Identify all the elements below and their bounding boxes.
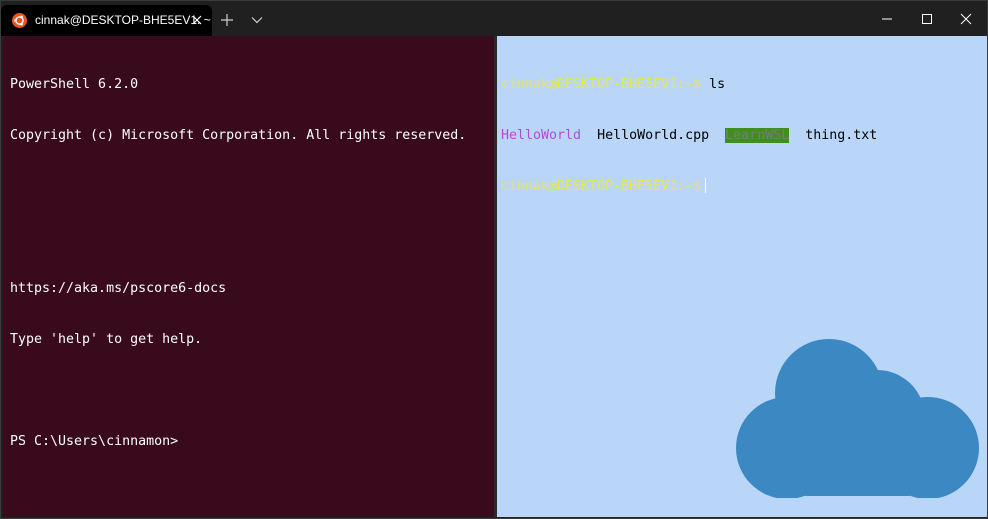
listing-item: LearnWSL [725, 128, 790, 143]
wsl-pane[interactable]: cinnak@DESKTOP-BHE5EV1:~$ ls HelloWorld … [497, 36, 987, 517]
listing-item: thing.txt [805, 128, 878, 143]
command-line: cinnak@DESKTOP-BHE5EV1:~$ [501, 178, 877, 195]
chevron-down-icon[interactable] [247, 10, 267, 30]
terminal-line: PowerShell 6.2.0 [10, 77, 139, 92]
bash-prompt: cinnak@DESKTOP-BHE5EV1:~$ [501, 77, 702, 92]
powershell-output: PowerShell 6.2.0 Copyright (c) Microsoft… [10, 42, 466, 484]
powershell-prompt: PS C:\Users\cinnamon> [10, 434, 179, 449]
tab-title: cinnak@DESKTOP-BHE5EV1: ~ [35, 13, 211, 27]
terminal-line: https://aka.ms/pscore6-docs [10, 281, 227, 296]
terminal-line: Type 'help' to get help. [10, 332, 203, 347]
terminal-line: Copyright (c) Microsoft Corporation. All… [10, 128, 467, 143]
wsl-output: cinnak@DESKTOP-BHE5EV1:~$ ls HelloWorld … [501, 42, 877, 229]
listing-item: HelloWorld [501, 128, 582, 143]
bash-prompt: cinnak@DESKTOP-BHE5EV1:~$ [501, 179, 702, 194]
tab-close-icon[interactable] [189, 12, 205, 28]
listing-item: HelloWorld.cpp [597, 128, 710, 143]
ls-listing: HelloWorld HelloWorld.cpp LearnWSL thing… [501, 127, 877, 144]
command-text: ls [701, 77, 726, 92]
tab-ubuntu[interactable]: cinnak@DESKTOP-BHE5EV1: ~ [1, 5, 212, 36]
ubuntu-icon [12, 13, 27, 28]
text-cursor [705, 178, 707, 193]
command-line: cinnak@DESKTOP-BHE5EV1:~$ ls [501, 76, 877, 93]
powershell-pane[interactable]: PowerShell 6.2.0 Copyright (c) Microsoft… [3, 36, 494, 517]
plus-icon[interactable] [217, 10, 237, 30]
title-bar[interactable]: cinnak@DESKTOP-BHE5EV1: ~ [1, 1, 987, 36]
close-icon[interactable] [943, 1, 988, 36]
terminal-window: cinnak@DESKTOP-BHE5EV1: ~ PowerShell 6.2… [0, 0, 988, 519]
cloud-icon [736, 339, 979, 498]
